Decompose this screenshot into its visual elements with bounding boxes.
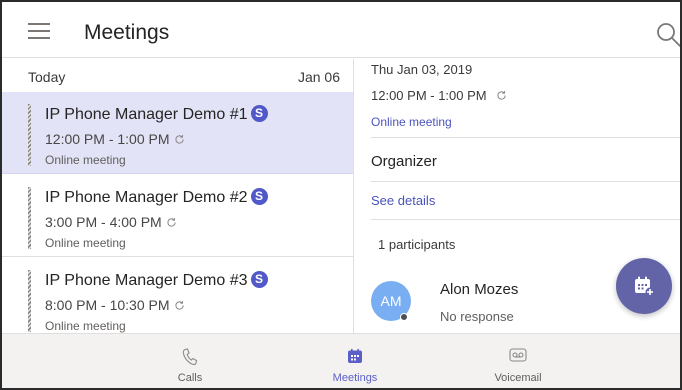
phone-icon <box>182 348 198 366</box>
calendar-icon <box>348 348 362 363</box>
meeting-stripe <box>28 187 31 249</box>
nav-meetings[interactable]: Meetings <box>295 334 415 388</box>
meeting-time: 3:00 PM - 4:00 PM <box>45 214 177 230</box>
skype-icon: S <box>250 188 268 205</box>
page-title: Meetings <box>84 21 170 44</box>
organizer-label: Organizer <box>371 153 437 170</box>
bottom-nav: Calls Meetings Voicemail <box>2 333 680 388</box>
meeting-item[interactable]: IP Phone Manager Demo #2 S 3:00 PM - 4:00… <box>2 175 353 257</box>
details-kind: Online meeting <box>371 115 452 129</box>
skype-icon: S <box>250 271 268 288</box>
divider <box>371 137 680 138</box>
presence-dot-icon <box>400 313 408 321</box>
skype-icon: S <box>250 105 268 122</box>
details-time: 12:00 PM - 1:00 PM <box>371 88 507 103</box>
meeting-stripe <box>28 104 31 166</box>
nav-voicemail[interactable]: Voicemail <box>458 334 578 388</box>
meeting-item[interactable]: IP Phone Manager Demo #3 S 8:00 PM - 10:3… <box>2 258 353 333</box>
date-label: Today <box>28 69 66 85</box>
nav-voicemail-label: Voicemail <box>494 372 542 384</box>
recurring-icon <box>174 135 184 144</box>
see-details-link[interactable]: See details <box>371 193 435 208</box>
meeting-time: 12:00 PM - 1:00 PM <box>45 131 185 147</box>
voicemail-icon <box>509 348 527 362</box>
menu-icon[interactable] <box>28 23 52 41</box>
meeting-title: IP Phone Manager Demo #1 S <box>45 105 268 124</box>
meeting-title: IP Phone Manager Demo #3 S <box>45 271 268 290</box>
nav-calls-label: Calls <box>177 372 203 384</box>
participant-name: Alon Mozes <box>440 281 519 298</box>
meeting-title: IP Phone Manager Demo #2 S <box>45 188 268 207</box>
recurring-icon <box>174 301 184 310</box>
meeting-kind: Online meeting <box>45 236 126 250</box>
app-window: Meetings Today Jan 06 IP Phone Manager D… <box>0 0 682 390</box>
date-value: Jan 06 <box>297 69 340 85</box>
details-date: Thu Jan 03, 2019 <box>371 62 473 77</box>
meeting-kind: Online meeting <box>45 153 126 167</box>
participants-count: 1 participants <box>378 237 456 252</box>
nav-meetings-label: Meetings <box>332 372 378 384</box>
calendar-add-icon <box>635 276 655 297</box>
divider <box>371 219 680 220</box>
meeting-time: 8:00 PM - 10:30 PM <box>45 297 185 313</box>
nav-calls[interactable]: Calls <box>130 334 250 388</box>
divider <box>371 181 680 182</box>
participant-status: No response <box>440 309 514 324</box>
search-icon[interactable] <box>656 22 680 48</box>
meeting-item[interactable]: IP Phone Manager Demo #1 S 12:00 PM - 1:0… <box>2 92 353 174</box>
meeting-stripe <box>28 270 31 332</box>
date-header: Today Jan 06 <box>2 59 353 91</box>
recurring-icon <box>497 91 506 100</box>
new-meeting-button[interactable] <box>616 258 672 314</box>
meetings-list: Today Jan 06 IP Phone Manager Demo #1 S 1… <box>2 59 354 333</box>
app-header: Meetings <box>2 2 680 58</box>
recurring-icon <box>167 218 176 227</box>
meeting-kind: Online meeting <box>45 319 126 333</box>
